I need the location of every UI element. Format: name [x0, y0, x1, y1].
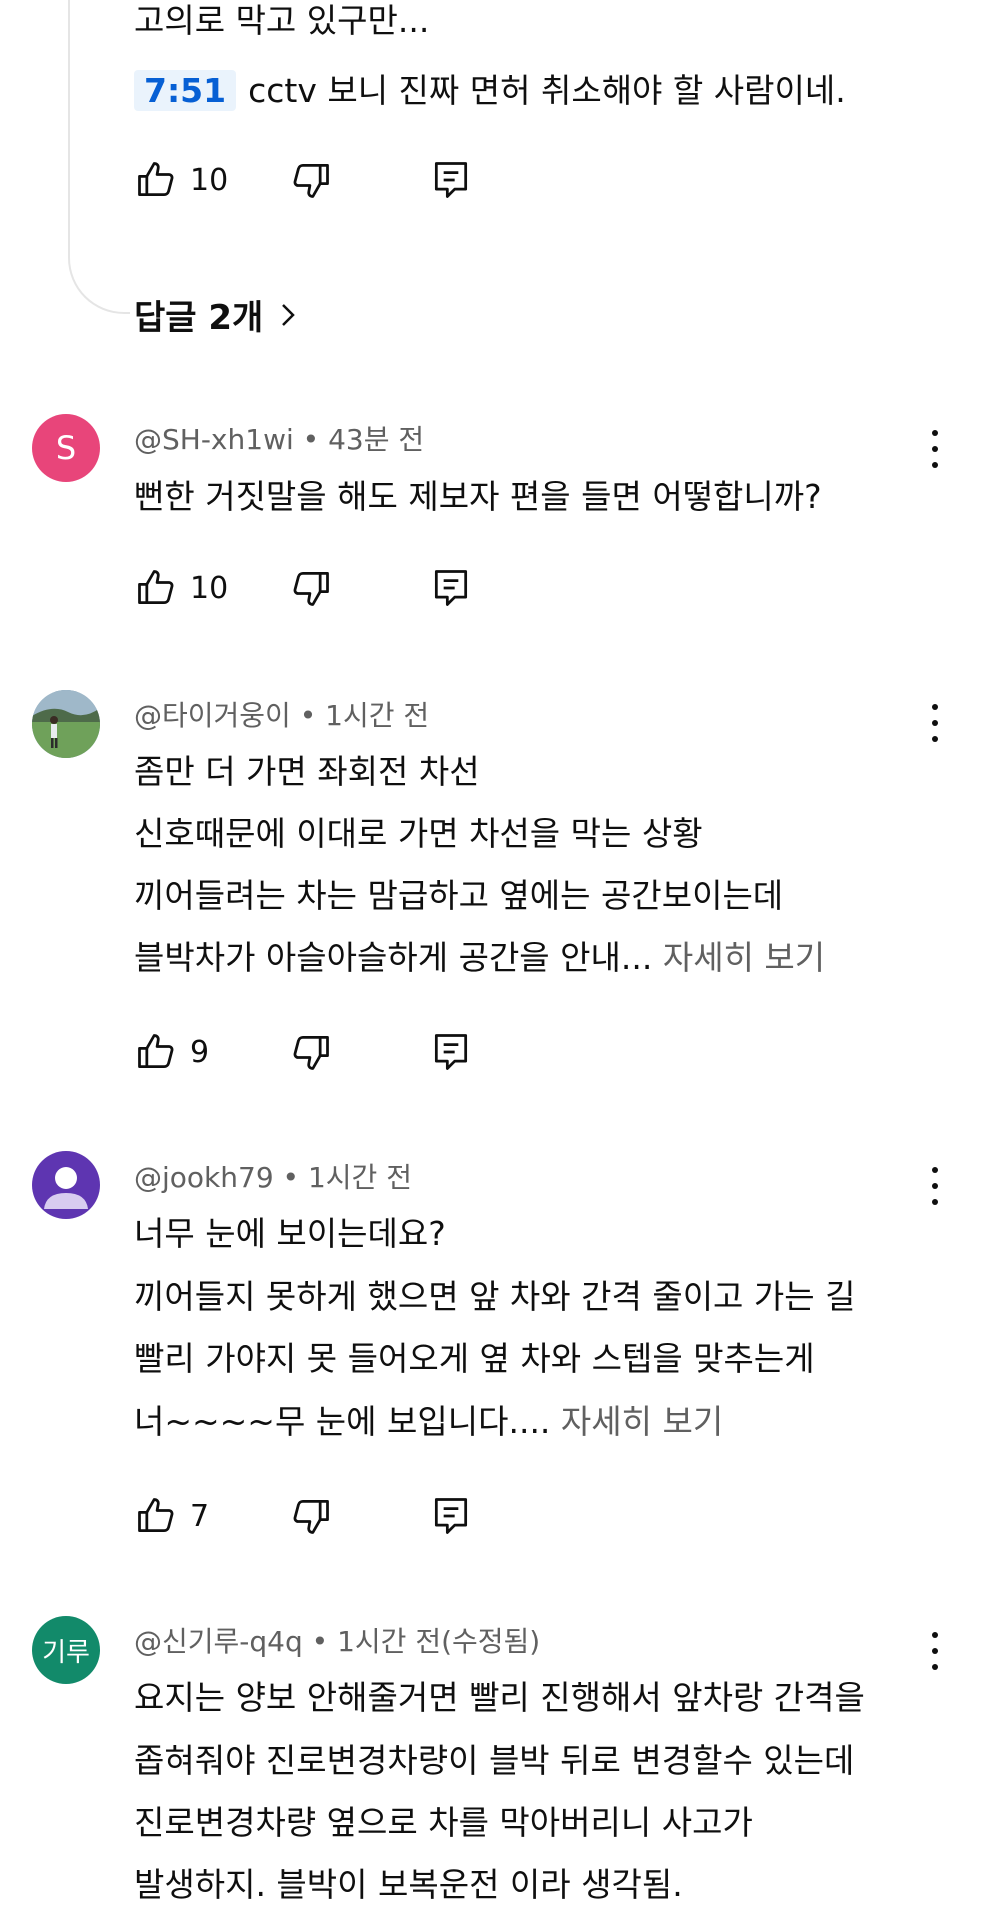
- like-button[interactable]: 10: [134, 566, 228, 610]
- comment-meta: @SH-xh1wi • 43분 전: [134, 418, 424, 458]
- comment-icon: [434, 162, 468, 198]
- comment-meta: @jookh79 • 1시간 전: [134, 1156, 412, 1196]
- more-options-button[interactable]: [920, 1161, 950, 1211]
- reply-button[interactable]: [429, 1030, 473, 1074]
- thread-connector-line: [68, 0, 130, 314]
- avatar[interactable]: 기루: [32, 1616, 100, 1684]
- thumbs-up-icon: [138, 1498, 174, 1533]
- thumbs-up-icon: [138, 1034, 174, 1069]
- comment-text-line: 블박차가 아슬아슬하게 공간을 안내... 자세히 보기: [134, 937, 825, 978]
- meta-separator: •: [302, 423, 320, 456]
- meta-separator: •: [311, 1625, 329, 1658]
- avatar[interactable]: [32, 690, 100, 758]
- author-name[interactable]: @SH-xh1wi: [134, 423, 294, 456]
- author-name[interactable]: @jookh79: [134, 1161, 274, 1194]
- comment-text-line: 빨리 가야지 못 들어오게 옆 차와 스텝을 맞추는게: [134, 1339, 815, 1378]
- like-count: 10: [190, 162, 229, 198]
- comment-action-bar: 10: [134, 566, 534, 616]
- reply-text-line: 7:51 cctv 보니 진짜 면허 취소해야 할 사람이네.: [134, 70, 846, 111]
- comment-time: 1시간 전: [325, 699, 430, 732]
- comment-action-bar: 7: [134, 1494, 534, 1544]
- golfer-photo-icon: [32, 690, 100, 758]
- thumbs-up-icon: [138, 162, 174, 197]
- like-button[interactable]: 7: [134, 1494, 209, 1538]
- more-options-button[interactable]: [920, 424, 950, 474]
- comment-text-line: 신호때문에 이대로 가면 차선을 막는 상황: [134, 814, 703, 853]
- timestamp-link[interactable]: 7:51: [134, 70, 237, 111]
- thumbs-down-icon: [293, 571, 329, 606]
- comment-text-line: 끼어들지 못하게 했으면 앞 차와 간격 줄이고 가는 길: [134, 1277, 856, 1316]
- like-button[interactable]: 10: [134, 158, 228, 202]
- comment-icon: [434, 1034, 468, 1070]
- author-name[interactable]: @타이거웅이: [134, 699, 291, 732]
- default-person-icon: [44, 1167, 88, 1209]
- comment-text-line: 너무 눈에 보이는데요?: [134, 1214, 446, 1253]
- reply-action-bar: 10: [134, 158, 534, 208]
- dislike-button[interactable]: [289, 566, 333, 610]
- reply-text: cctv 보니 진짜 면허 취소해야 할 사람이네.: [248, 71, 846, 110]
- dislike-button[interactable]: [289, 158, 333, 202]
- comment-icon: [434, 1498, 468, 1534]
- comment-text: 너~~~~무 눈에 보입니다....: [134, 1402, 551, 1441]
- read-more-link[interactable]: 자세히 보기: [561, 1402, 723, 1441]
- like-count: 9: [190, 1034, 210, 1070]
- comment-time: 43분 전: [328, 423, 425, 456]
- avatar-initial: S: [55, 429, 77, 467]
- reply-text-line: 고의로 막고 있구만...: [134, 1, 430, 40]
- author-name[interactable]: @신기루-q4q: [134, 1625, 303, 1658]
- comment-icon: [434, 570, 468, 606]
- comment-text-line: 진로변경차량 옆으로 차를 막아버리니 사고가: [134, 1803, 753, 1842]
- comment-text-line: 너~~~~무 눈에 보입니다.... 자세히 보기: [134, 1401, 723, 1442]
- thumbs-up-icon: [138, 570, 174, 605]
- thumbs-down-icon: [293, 1035, 329, 1070]
- comment-action-bar: 9: [134, 1030, 534, 1080]
- comment-text-line: 발생하지. 블박이 보복운전 이라 생각됨.: [134, 1865, 683, 1904]
- like-count: 7: [190, 1498, 210, 1534]
- comment-text-line: 좁혀줘야 진로변경차량이 블박 뒤로 변경할수 있는데: [134, 1741, 855, 1780]
- reply-button[interactable]: [429, 566, 473, 610]
- like-count: 10: [190, 570, 229, 606]
- dislike-button[interactable]: [289, 1030, 333, 1074]
- thumbs-down-icon: [293, 163, 329, 198]
- view-replies-label: 답글 2개: [134, 298, 264, 338]
- like-button[interactable]: 9: [134, 1030, 209, 1074]
- reply-button[interactable]: [429, 1494, 473, 1538]
- comment-meta: @신기루-q4q • 1시간 전(수정됨): [134, 1620, 540, 1660]
- reply-button[interactable]: [429, 158, 473, 202]
- comment-text: 블박차가 아슬아슬하게 공간을 안내...: [134, 938, 653, 977]
- comment-time: 1시간 전: [307, 1161, 412, 1194]
- read-more-link[interactable]: 자세히 보기: [663, 938, 825, 977]
- meta-separator: •: [282, 1161, 300, 1194]
- more-options-button[interactable]: [920, 698, 950, 748]
- comment-meta: @타이거웅이 • 1시간 전: [134, 694, 429, 734]
- comment-text-line: 요지는 양보 안해줄거면 빨리 진행해서 앞차랑 간격을: [134, 1678, 865, 1717]
- thumbs-down-icon: [293, 1499, 329, 1534]
- meta-separator: •: [299, 699, 317, 732]
- comment-text-line: 뻔한 거짓말을 해도 제보자 편을 들면 어떻합니까?: [134, 477, 822, 516]
- avatar-initial: 기루: [42, 1637, 90, 1668]
- avatar[interactable]: S: [32, 414, 100, 482]
- view-replies-link[interactable]: 답글 2개: [134, 290, 299, 339]
- comment-time: 1시간 전(수정됨): [337, 1625, 541, 1658]
- chevron-right-icon: [282, 303, 296, 326]
- comment-text-line: 좀만 더 가면 좌회전 차선: [134, 752, 480, 791]
- dislike-button[interactable]: [289, 1494, 333, 1538]
- more-options-button[interactable]: [920, 1626, 950, 1676]
- comment-text-line: 끼어들려는 차는 맘급하고 옆에는 공간보이는데: [134, 876, 784, 915]
- avatar[interactable]: [32, 1151, 100, 1219]
